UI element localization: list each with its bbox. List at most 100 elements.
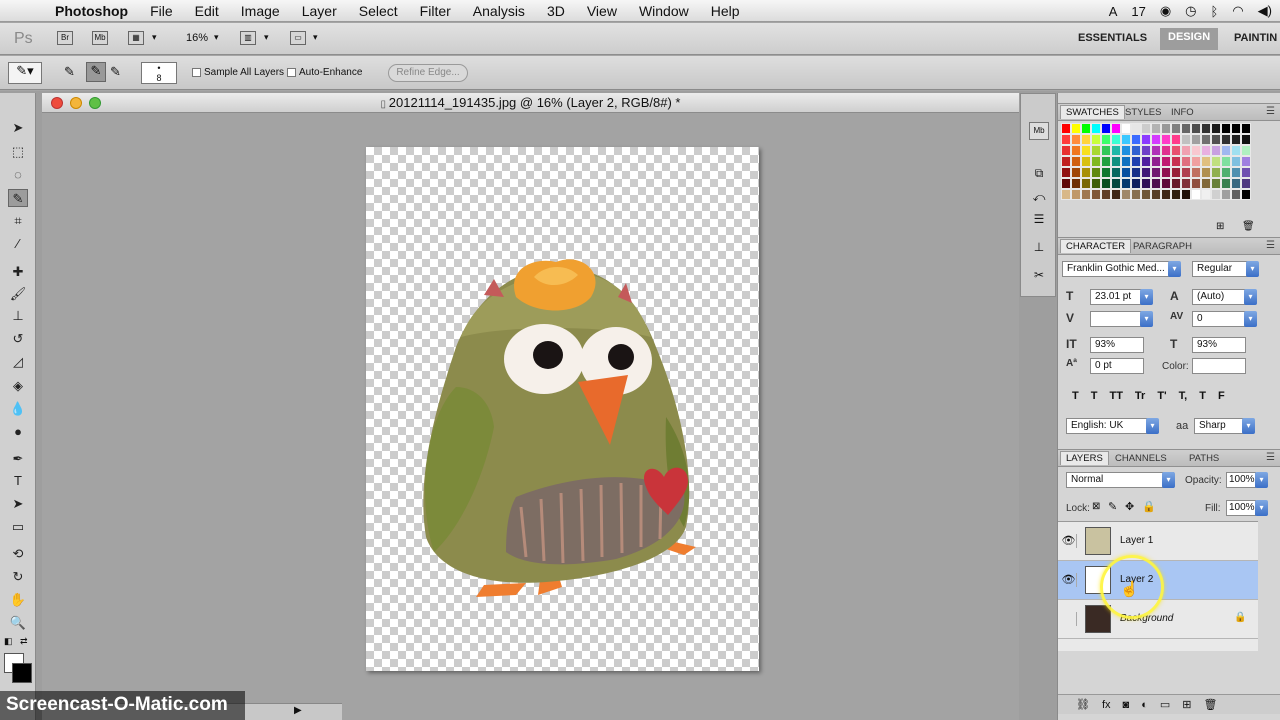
- color-swatch[interactable]: [1091, 123, 1101, 134]
- lock-position-icon[interactable]: ✥: [1125, 500, 1134, 513]
- color-swatch[interactable]: [1241, 189, 1251, 200]
- color-swatch[interactable]: [1101, 189, 1111, 200]
- color-swatch[interactable]: [1181, 145, 1191, 156]
- color-swatch[interactable]: [1081, 134, 1091, 145]
- sample-all-layers-checkbox[interactable]: Sample All Layers: [192, 67, 284, 78]
- color-swatch[interactable]: [1161, 145, 1171, 156]
- menu-select[interactable]: Select: [348, 3, 409, 19]
- clone-source-panel-icon[interactable]: ⊥: [1029, 240, 1049, 258]
- dodge-tool-icon[interactable]: ●: [8, 423, 28, 441]
- checkbox-box[interactable]: [192, 68, 201, 77]
- color-swatch[interactable]: [1111, 189, 1121, 200]
- canvas[interactable]: [366, 147, 759, 671]
- hand-tool-icon[interactable]: ✋: [8, 591, 28, 609]
- color-swatch[interactable]: [1141, 145, 1151, 156]
- visibility-toggle[interactable]: [1061, 612, 1077, 626]
- color-swatch[interactable]: [1061, 123, 1071, 134]
- menu-window[interactable]: Window: [628, 3, 700, 19]
- chevron-down-icon[interactable]: ▾: [1255, 472, 1268, 488]
- color-swatch[interactable]: [1091, 167, 1101, 178]
- tab-info[interactable]: INFO: [1166, 106, 1199, 119]
- color-swatch[interactable]: [1081, 189, 1091, 200]
- zoom-window-icon[interactable]: [89, 97, 101, 109]
- color-swatch[interactable]: [1101, 167, 1111, 178]
- color-swatch[interactable]: [1211, 167, 1221, 178]
- menu-help[interactable]: Help: [700, 3, 751, 19]
- eraser-tool-icon[interactable]: ◿: [8, 353, 28, 371]
- color-swatch[interactable]: [1231, 167, 1241, 178]
- color-swatch[interactable]: [1061, 156, 1071, 167]
- color-swatch[interactable]: [1241, 145, 1251, 156]
- zoom-level[interactable]: 16%: [186, 32, 208, 44]
- color-swatch[interactable]: [1201, 189, 1211, 200]
- color-swatch[interactable]: [1121, 123, 1131, 134]
- color-swatch[interactable]: [1071, 167, 1081, 178]
- color-swatch[interactable]: [1071, 178, 1081, 189]
- color-swatch[interactable]: [1081, 178, 1091, 189]
- opacity-field[interactable]: 100%: [1226, 472, 1256, 488]
- color-swatch[interactable]: [1241, 156, 1251, 167]
- faux-italic-button[interactable]: T: [1091, 390, 1098, 402]
- panel-menu-icon[interactable]: ☰: [1266, 452, 1275, 463]
- antialias-field[interactable]: Sharp: [1194, 418, 1244, 434]
- color-swatch[interactable]: [1201, 167, 1211, 178]
- color-swatch[interactable]: [1111, 134, 1121, 145]
- actions-panel-icon[interactable]: ⤺: [1029, 190, 1049, 208]
- color-swatch[interactable]: [1061, 134, 1071, 145]
- document-title-bar[interactable]: ▯ 20121114_191435.jpg @ 16% (Layer 2, RG…: [42, 93, 1019, 113]
- layer-row-layer-1[interactable]: 👁 Layer 1: [1058, 522, 1258, 561]
- healing-brush-tool-icon[interactable]: ✚: [8, 263, 28, 281]
- superscript-button[interactable]: T': [1157, 390, 1166, 402]
- color-swatch[interactable]: [1141, 189, 1151, 200]
- color-swatch[interactable]: [1241, 178, 1251, 189]
- eye-icon[interactable]: 👁: [1061, 534, 1077, 548]
- strikethrough-button[interactable]: F: [1218, 390, 1225, 402]
- chevron-down-icon[interactable]: ▾: [1168, 261, 1181, 277]
- history-panel-icon[interactable]: ⧉: [1029, 166, 1049, 184]
- color-swatch[interactable]: [1141, 178, 1151, 189]
- color-swatch[interactable]: [1091, 145, 1101, 156]
- menu-3d[interactable]: 3D: [536, 3, 576, 19]
- color-swatch[interactable]: [1111, 123, 1121, 134]
- underline-button[interactable]: T: [1199, 390, 1206, 402]
- blend-mode-select[interactable]: Normal: [1066, 472, 1174, 488]
- lock-all-icon[interactable]: 🔒: [1142, 500, 1156, 513]
- color-swatch[interactable]: [1241, 123, 1251, 134]
- menu-app-name[interactable]: Photoshop: [44, 3, 139, 19]
- tab-character[interactable]: CHARACTER: [1060, 239, 1132, 253]
- color-swatch[interactable]: [1101, 123, 1111, 134]
- new-swatch-icon[interactable]: ⊞: [1216, 221, 1224, 232]
- color-swatch[interactable]: [1191, 123, 1201, 134]
- color-swatch[interactable]: [1101, 145, 1111, 156]
- eye-icon[interactable]: 👁: [1061, 573, 1077, 587]
- tab-styles[interactable]: STYLES: [1120, 106, 1166, 119]
- chevron-down-icon[interactable]: ▾: [1146, 418, 1159, 434]
- color-swatch[interactable]: [1201, 134, 1211, 145]
- color-swatch[interactable]: [1171, 156, 1181, 167]
- eyedropper-tool-icon[interactable]: ⁄: [8, 235, 28, 253]
- subtract-from-selection-icon[interactable]: ✎: [110, 64, 121, 80]
- color-swatch[interactable]: [1131, 189, 1141, 200]
- chevron-down-icon[interactable]: ▾: [1244, 289, 1257, 305]
- color-swatch[interactable]: [1071, 156, 1081, 167]
- color-swatch[interactable]: [1121, 189, 1131, 200]
- tab-swatches[interactable]: SWATCHES: [1060, 105, 1125, 119]
- color-swatch[interactable]: [1171, 145, 1181, 156]
- menu-filter[interactable]: Filter: [409, 3, 462, 19]
- color-swatch[interactable]: [1081, 123, 1091, 134]
- color-swatch[interactable]: [1131, 145, 1141, 156]
- color-swatch[interactable]: [1171, 167, 1181, 178]
- checkbox-box[interactable]: [287, 68, 296, 77]
- move-tool-icon[interactable]: ➤: [8, 119, 28, 137]
- color-swatch[interactable]: [1111, 156, 1121, 167]
- close-window-icon[interactable]: [51, 97, 63, 109]
- status-menu-arrow-icon[interactable]: ▶: [294, 705, 302, 716]
- color-swatch[interactable]: [1091, 178, 1101, 189]
- vertical-scale-field[interactable]: 93%: [1090, 337, 1144, 353]
- pen-tool-icon[interactable]: ✒: [8, 450, 28, 468]
- quick-selection-preset-icon[interactable]: ✎▾: [8, 62, 42, 84]
- color-swatch[interactable]: [1161, 189, 1171, 200]
- type-tool-icon[interactable]: T: [8, 472, 28, 490]
- add-to-selection-icon[interactable]: ✎: [86, 62, 106, 82]
- horizontal-scale-field[interactable]: 93%: [1192, 337, 1246, 353]
